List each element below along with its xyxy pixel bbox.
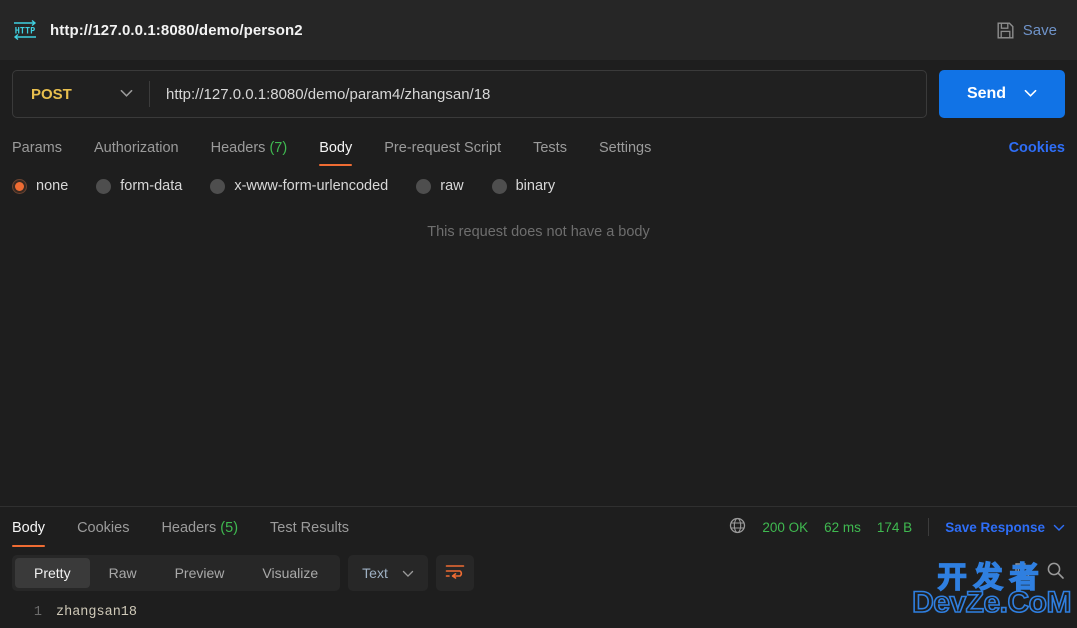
radio-dot-icon: [210, 178, 226, 194]
body-type-radios: none form-data x-www-form-urlencoded raw…: [0, 166, 1077, 194]
tab-params[interactable]: Params: [12, 140, 78, 166]
tab-settings[interactable]: Settings: [583, 140, 667, 166]
view-mode-visualize[interactable]: Visualize: [243, 558, 337, 588]
response-tab-headers-label: Headers: [161, 520, 217, 536]
view-mode-segment: Pretty Raw Preview Visualize: [12, 555, 341, 591]
response-tab-headers-count: (5): [220, 520, 239, 536]
tab-body[interactable]: Body: [303, 140, 368, 166]
response-tab-cookies[interactable]: Cookies: [61, 520, 145, 547]
word-wrap-icon: [445, 563, 465, 584]
tab-settings-label: Settings: [598, 140, 652, 156]
radio-dot-icon: [491, 178, 507, 194]
view-mode-raw[interactable]: Raw: [90, 558, 156, 588]
url-field: POST http://127.0.0.1:8080/demo/param4/z…: [12, 70, 927, 118]
tab-headers-label: Headers: [210, 140, 266, 156]
view-mode-pretty[interactable]: Pretty: [15, 558, 90, 588]
request-pane-filler: [0, 414, 1077, 506]
copy-button[interactable]: [1013, 561, 1032, 585]
save-response-label: Save Response: [945, 519, 1045, 535]
search-icon: [1046, 561, 1065, 585]
globe-icon[interactable]: [729, 517, 746, 537]
response-tab-body-label: Body: [12, 520, 46, 536]
request-tab-header: HTTP http://127.0.0.1:8080/demo/person2 …: [0, 0, 1077, 60]
line-content: zhangsan18: [56, 605, 138, 620]
view-mode-preview[interactable]: Preview: [156, 558, 244, 588]
chevron-down-icon: [120, 85, 133, 103]
response-tab-test-results[interactable]: Test Results: [254, 520, 365, 547]
response-tabs: Body Cookies Headers (5) Test Results 20…: [0, 507, 1077, 547]
request-tabs: Params Authorization Headers (7) Body Pr…: [0, 130, 1077, 166]
save-button[interactable]: Save: [994, 17, 1059, 44]
cookies-link[interactable]: Cookies: [1009, 140, 1065, 166]
tab-title: http://127.0.0.1:8080/demo/person2: [50, 21, 303, 39]
status-divider: [928, 518, 930, 536]
body-type-raw[interactable]: raw: [416, 178, 464, 194]
send-button[interactable]: Send: [939, 70, 1065, 118]
body-type-none[interactable]: none: [12, 178, 68, 194]
view-mode-preview-label: Preview: [174, 565, 225, 581]
floppy-disk-icon: [996, 21, 1015, 40]
tab-headers-count: (7): [269, 140, 288, 156]
body-type-x-www-form-urlencoded-label: x-www-form-urlencoded: [234, 178, 389, 194]
copy-icon: [1013, 561, 1032, 585]
body-type-raw-label: raw: [440, 178, 464, 194]
save-button-label: Save: [1022, 21, 1057, 39]
code-line: 1 zhangsan18: [0, 605, 1077, 620]
empty-body-message: This request does not have a body: [427, 224, 650, 240]
body-type-binary-label: binary: [515, 178, 556, 194]
radio-dot-icon: [416, 178, 432, 194]
view-mode-raw-label: Raw: [108, 565, 137, 581]
chevron-down-icon: [1053, 520, 1065, 535]
save-response-button[interactable]: Save Response: [945, 520, 1065, 535]
response-time: 62 ms: [824, 519, 861, 535]
radio-dot-icon: [96, 178, 112, 194]
body-type-x-www-form-urlencoded[interactable]: x-www-form-urlencoded: [210, 178, 388, 194]
response-tab-headers[interactable]: Headers (5): [145, 520, 254, 547]
format-selector-label: Text: [362, 565, 388, 581]
send-button-label: Send: [966, 85, 1007, 102]
tab-body-label: Body: [319, 140, 353, 156]
view-mode-pretty-label: Pretty: [34, 565, 71, 581]
url-row: POST http://127.0.0.1:8080/demo/param4/z…: [0, 60, 1077, 130]
format-selector[interactable]: Text: [348, 555, 428, 591]
tab-authorization-label: Authorization: [93, 140, 179, 156]
response-tab-test-results-label: Test Results: [270, 520, 350, 536]
response-tab-body[interactable]: Body: [12, 520, 61, 547]
search-button[interactable]: [1046, 561, 1065, 585]
body-type-none-label: none: [36, 178, 69, 194]
method-label: POST: [31, 85, 72, 103]
tab-pre-request-script[interactable]: Pre-request Script: [368, 140, 517, 166]
tab-headers[interactable]: Headers (7): [195, 140, 304, 166]
response-size: 174 B: [876, 519, 913, 535]
view-mode-visualize-label: Visualize: [262, 565, 319, 581]
body-type-form-data[interactable]: form-data: [96, 178, 182, 194]
tab-authorization[interactable]: Authorization: [78, 140, 195, 166]
response-status-bar: 200 OK 62 ms 174 B Save Response: [729, 517, 1065, 547]
http-icon: HTTP: [12, 19, 38, 41]
response-body-viewer[interactable]: 1 zhangsan18 开发者 DevZe.CoM: [0, 562, 1077, 620]
response-tab-cookies-label: Cookies: [77, 520, 130, 536]
body-type-form-data-label: form-data: [120, 178, 183, 194]
viewer-right-icons: [1013, 561, 1065, 585]
tab-tests-label: Tests: [533, 140, 567, 156]
status-code: 200 OK: [762, 519, 809, 535]
body-type-binary[interactable]: binary: [491, 178, 556, 194]
radio-dot-icon: [12, 178, 27, 194]
tab-params-label: Params: [12, 140, 62, 156]
word-wrap-button[interactable]: [435, 555, 474, 591]
tab-tests[interactable]: Tests: [517, 140, 583, 166]
response-viewer-toolbar: Pretty Raw Preview Visualize Text: [0, 547, 1077, 597]
method-selector[interactable]: POST: [13, 71, 149, 117]
svg-text:HTTP: HTTP: [15, 27, 35, 37]
line-number: 1: [33, 605, 42, 620]
url-input[interactable]: http://127.0.0.1:8080/demo/param4/zhangs…: [150, 71, 926, 117]
chevron-down-icon: [402, 565, 414, 581]
chevron-down-icon[interactable]: [1024, 85, 1037, 103]
tab-pre-request-script-label: Pre-request Script: [384, 140, 502, 156]
